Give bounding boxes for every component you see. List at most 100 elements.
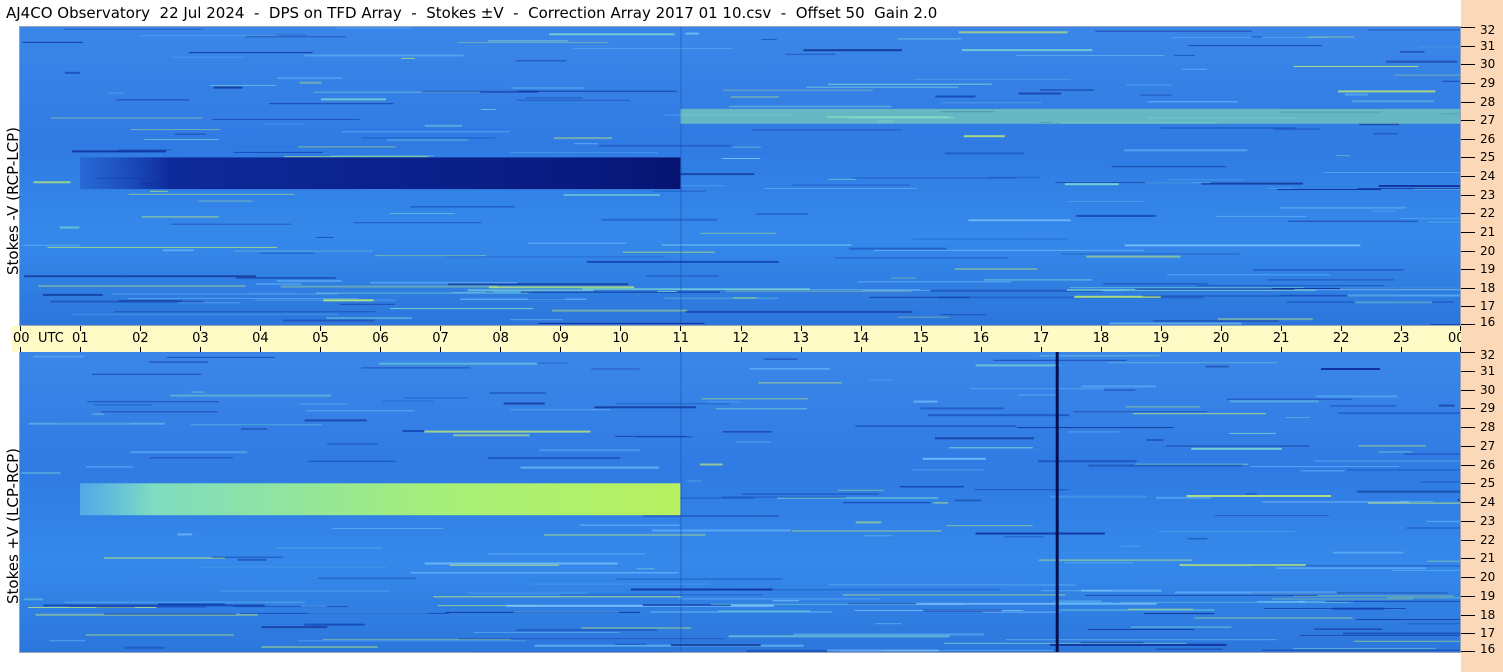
interference-streak: [1253, 269, 1405, 271]
interference-streak: [1257, 601, 1305, 603]
interference-streak: [756, 213, 809, 215]
utc-tick-label: 01: [72, 331, 89, 346]
interference-streak: [733, 297, 757, 299]
frequency-tick-label: 16: [1480, 642, 1496, 656]
interference-streak: [761, 39, 777, 41]
utc-tick-label: 10: [612, 331, 629, 346]
interference-streak: [245, 36, 347, 38]
interference-streak: [1332, 551, 1404, 554]
interference-streak: [306, 410, 415, 412]
interference-streak: [1038, 460, 1137, 463]
interference-streak: [221, 590, 390, 592]
interference-streak: [339, 303, 395, 305]
interference-streak: [1370, 210, 1398, 212]
interference-streak: [64, 71, 80, 74]
interference-streak: [897, 316, 949, 318]
utc-tick: [320, 347, 322, 352]
interference-streak: [1323, 172, 1461, 173]
interference-streak: [982, 611, 1061, 613]
interference-streak: [103, 557, 225, 559]
interference-streak: [22, 41, 84, 43]
array-seam: [680, 27, 682, 325]
interference-streak: [974, 489, 1069, 491]
interference-streak: [700, 232, 776, 234]
frequency-tick: [1461, 595, 1475, 597]
interference-streak: [1353, 640, 1461, 642]
interference-streak: [130, 129, 221, 131]
interference-streak: [170, 394, 332, 397]
interference-streak: [144, 139, 219, 140]
frequency-tick-label: 31: [1480, 38, 1496, 53]
frequency-tick: [1461, 101, 1475, 103]
interference-streak: [1262, 501, 1410, 503]
interference-streak: [466, 592, 587, 594]
interference-streak: [511, 409, 611, 411]
interference-streak: [742, 589, 1001, 591]
frequency-tick-label: 17: [1480, 626, 1496, 641]
utc-tick-label: 15: [912, 331, 930, 346]
utc-tick-label: 20: [1212, 331, 1230, 346]
interference-streak: [341, 131, 510, 133]
interference-streak: [467, 289, 594, 292]
interference-streak: [601, 218, 717, 221]
interference-streak: [664, 297, 778, 299]
spectrogram-top-svg: [22, 27, 1461, 325]
interference-streak: [1017, 394, 1057, 396]
interference-streak: [116, 99, 190, 101]
interference-streak: [944, 642, 1187, 644]
interference-streak: [732, 146, 762, 148]
interference-streak: [520, 466, 659, 469]
interference-streak: [1358, 445, 1426, 447]
interference-streak: [1067, 431, 1119, 433]
interference-streak: [913, 400, 938, 403]
utc-tick: [440, 347, 442, 352]
interference-streak: [313, 91, 481, 93]
interference-streak: [118, 300, 183, 302]
frequency-tick: [1461, 27, 1475, 28]
interference-streak: [1330, 405, 1397, 407]
interference-streak: [386, 139, 468, 141]
interference-streak: [316, 236, 334, 238]
interference-streak: [1061, 253, 1240, 255]
interference-streak: [940, 314, 987, 316]
interference-streak: [375, 255, 487, 257]
interference-streak: [685, 32, 699, 35]
interference-streak: [630, 588, 773, 591]
utc-tick: [80, 347, 82, 352]
interference-streak: [1250, 466, 1400, 468]
array-seam: [680, 352, 682, 652]
interference-streak: [785, 53, 836, 55]
interference-streak: [573, 48, 733, 49]
interference-streak: [875, 623, 902, 625]
frequency-tick: [1461, 82, 1475, 84]
interference-streak: [1429, 323, 1461, 325]
utc-tick-label: 22: [1332, 331, 1350, 346]
frequency-tick: [1461, 427, 1475, 428]
interference-streak: [1134, 463, 1249, 465]
interference-streak: [1158, 531, 1295, 532]
interference-streak: [528, 242, 627, 244]
interference-streak: [1120, 601, 1349, 603]
interference-streak: [687, 480, 702, 482]
interference-streak: [1179, 564, 1306, 567]
frequency-tick-label: 26: [1480, 131, 1496, 146]
interference-streak: [71, 150, 166, 153]
interference-streak: [1064, 561, 1134, 564]
interference-streak: [212, 556, 283, 558]
utc-tick: [500, 347, 502, 352]
interference-streak: [1073, 411, 1208, 413]
frequency-tick-label: 25: [1480, 476, 1496, 491]
interference-streak: [509, 319, 563, 321]
interference-streak: [1368, 502, 1461, 504]
interference-streak: [1055, 600, 1102, 603]
interference-streak: [652, 529, 791, 532]
interference-streak: [1352, 100, 1435, 103]
interference-streak: [189, 52, 313, 54]
interference-streak: [1067, 201, 1144, 202]
frequency-tick: [1461, 651, 1475, 652]
interference-streak: [354, 222, 482, 224]
interference-streak: [838, 489, 885, 491]
interference-streak: [139, 35, 282, 37]
frequency-tick: [1461, 614, 1475, 616]
utc-tick-label: 19: [1152, 331, 1170, 346]
